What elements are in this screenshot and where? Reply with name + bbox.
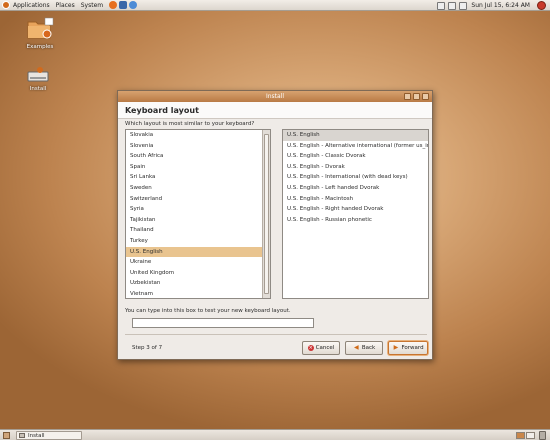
layout-list[interactable]: Slovakia Slovenia South Africa Spain Sri… xyxy=(125,129,271,299)
forward-label: Forward xyxy=(401,345,424,351)
network-icon[interactable] xyxy=(437,1,446,10)
ubuntu-logo-icon[interactable] xyxy=(2,1,10,9)
workspace-1[interactable] xyxy=(516,432,525,439)
variant-item[interactable]: U.S. English - Classic Dvorak xyxy=(283,151,428,162)
mail-icon[interactable] xyxy=(119,1,128,9)
top-panel: Applications Places System Sun Jul 15, 6… xyxy=(0,0,550,11)
desktop-icon-examples[interactable]: Examples xyxy=(22,17,58,50)
variant-item-selected[interactable]: U.S. English xyxy=(283,130,428,141)
layout-list-scrollbar[interactable] xyxy=(262,130,270,298)
variant-item[interactable]: U.S. English - Right handed Dvorak xyxy=(283,204,428,215)
divider xyxy=(125,334,427,335)
cancel-label: Cancel xyxy=(315,345,335,351)
firefox-icon[interactable] xyxy=(109,1,118,9)
forward-button[interactable]: ▶ Forward xyxy=(388,341,428,355)
keyboard-test-input[interactable] xyxy=(132,318,314,328)
test-box-label: You can type into this box to test your … xyxy=(125,308,291,314)
layout-item[interactable]: Turkey xyxy=(126,236,270,247)
close-icon[interactable] xyxy=(422,93,429,100)
install-drive-icon xyxy=(27,67,49,82)
variant-item[interactable]: U.S. English - Alternative international… xyxy=(283,141,428,152)
install-window: Install Keyboard layout Which layout is … xyxy=(117,90,433,360)
variant-item[interactable]: U.S. English - Russian phonetic xyxy=(283,215,428,226)
variant-item[interactable]: U.S. English - International (with dead … xyxy=(283,172,428,183)
window-titlebar[interactable]: Install xyxy=(118,91,432,102)
folder-icon xyxy=(27,17,54,39)
taskbar-item-install[interactable]: Install xyxy=(16,431,82,440)
step-indicator: Step 3 of 7 xyxy=(132,345,163,351)
layout-item[interactable]: Slovenia xyxy=(126,141,270,152)
variant-list[interactable]: U.S. English U.S. English - Alternative … xyxy=(282,129,429,299)
arrow-left-icon: ◀ xyxy=(354,344,359,351)
layout-item[interactable]: Ukraine xyxy=(126,257,270,268)
window-title: Install xyxy=(265,93,285,100)
scrollbar-thumb[interactable] xyxy=(264,134,269,294)
layout-question: Which layout is most similar to your key… xyxy=(125,121,255,127)
install-window-icon xyxy=(19,433,25,438)
variant-item[interactable]: U.S. English - Macintosh xyxy=(283,194,428,205)
maximize-icon[interactable] xyxy=(413,93,420,100)
menu-system[interactable]: System xyxy=(81,0,103,11)
menu-places[interactable]: Places xyxy=(56,0,75,11)
variant-item[interactable]: U.S. English - Dvorak xyxy=(283,162,428,173)
minimize-icon[interactable] xyxy=(404,93,411,100)
workspace-2[interactable] xyxy=(526,432,535,439)
volume-icon[interactable] xyxy=(459,1,468,10)
panel-tray: Sun Jul 15, 6:24 AM xyxy=(434,0,546,11)
heading-band: Keyboard layout xyxy=(118,102,432,119)
layout-item-selected[interactable]: U.S. English xyxy=(126,246,270,258)
back-button[interactable]: ◀ Back xyxy=(345,341,383,355)
desktop-icon-label: Examples xyxy=(26,44,54,50)
layout-item[interactable]: South Africa xyxy=(126,151,270,162)
layout-item[interactable]: Sweden xyxy=(126,183,270,194)
layout-item[interactable]: Tajikistan xyxy=(126,215,270,226)
cancel-icon: × xyxy=(307,345,314,351)
back-label: Back xyxy=(361,345,376,351)
arrow-right-icon: ▶ xyxy=(393,344,399,351)
layout-item[interactable]: Vietnam xyxy=(126,289,270,298)
trash-icon[interactable] xyxy=(539,431,546,440)
menu-applications[interactable]: Applications xyxy=(13,0,50,11)
layout-item[interactable]: Syria xyxy=(126,204,270,215)
help-icon[interactable] xyxy=(129,1,138,9)
mail-notification-icon[interactable] xyxy=(448,1,457,10)
page-title: Keyboard layout xyxy=(125,106,199,115)
layout-item[interactable]: Sri Lanka xyxy=(126,172,270,183)
variant-item[interactable]: U.S. English - Left handed Dvorak xyxy=(283,183,428,194)
layout-item[interactable]: United Kingdom xyxy=(126,268,270,279)
desktop-icon-label: Install xyxy=(29,86,47,92)
desktop-icon-install[interactable]: Install xyxy=(20,67,56,92)
layout-item[interactable]: Spain xyxy=(126,162,270,173)
taskbar-item-label: Install xyxy=(28,433,45,439)
power-icon[interactable] xyxy=(537,1,546,10)
show-desktop-icon[interactable] xyxy=(3,432,10,439)
layout-item[interactable]: Thailand xyxy=(126,225,270,236)
layout-item[interactable]: Switzerland xyxy=(126,194,270,205)
bottom-panel: Install xyxy=(0,429,550,440)
cancel-button[interactable]: × Cancel xyxy=(302,341,340,355)
clock[interactable]: Sun Jul 15, 6:24 AM xyxy=(471,2,530,9)
layout-item[interactable]: Slovakia xyxy=(126,130,270,141)
layout-item[interactable]: Uzbekistan xyxy=(126,278,270,289)
